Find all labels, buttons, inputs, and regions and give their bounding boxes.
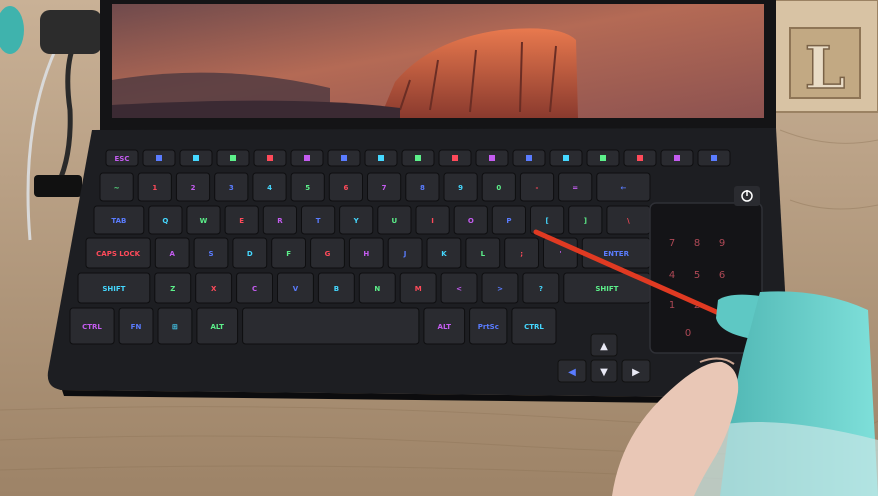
key-label: C [252, 285, 257, 293]
key-label: V [293, 285, 299, 293]
key-label: M [415, 285, 422, 293]
key-label: 2 [191, 184, 196, 192]
fn-key-icon [674, 155, 680, 161]
key-label: B [334, 285, 339, 293]
fn-key-icon [563, 155, 569, 161]
key-label: W [200, 217, 208, 225]
key-label: J [403, 250, 407, 258]
key-label: CTRL [524, 323, 544, 331]
key-label: 5 [305, 184, 310, 192]
fn-key-icon [193, 155, 199, 161]
key-label: 6 [343, 184, 348, 192]
key-label: G [325, 250, 331, 258]
numpad-digit: 4 [669, 270, 675, 281]
key-label: 8 [420, 184, 425, 192]
numpad-digit: 5 [694, 270, 700, 281]
key-label: 9 [458, 184, 463, 192]
key-label: N [374, 285, 380, 293]
key-label: ] [584, 217, 587, 225]
key-label: ' [559, 250, 561, 258]
fn-key-icon [304, 155, 310, 161]
svg-text:▲: ▲ [600, 341, 608, 352]
fn-key-icon [600, 155, 606, 161]
key-label: 4 [267, 184, 272, 192]
fn-key-icon [341, 155, 347, 161]
power-button[interactable] [734, 186, 760, 206]
cable-plug [40, 10, 102, 54]
key-label: [ [545, 217, 548, 225]
numpad-digit: 6 [719, 270, 725, 281]
key-label: SHIFT [595, 285, 618, 293]
numpad-digit: 0 [685, 328, 691, 339]
fn-key-icon [378, 155, 384, 161]
key-label: 1 [152, 184, 157, 192]
key-label: ESC [115, 155, 130, 163]
key-label: ~ [114, 184, 120, 192]
photo-scene: L ESC ~ 1 2 3 4 5 6 7 8 9 0 - = ← TAB Q W E R T Y U I O P [] \ CAPS … [0, 0, 878, 496]
key-label: CAPS LOCK [96, 250, 140, 258]
key-label: P [506, 217, 511, 225]
key-label: = [572, 184, 578, 192]
fn-key-icon [415, 155, 421, 161]
fn-key-icon [711, 155, 717, 161]
key-label: < [456, 285, 462, 293]
numpad-digit: 1 [669, 300, 675, 311]
fn-key-icon [637, 155, 643, 161]
key-label: SHIFT [102, 285, 125, 293]
key-space[interactable] [242, 307, 420, 345]
key-label: A [169, 250, 175, 258]
key-label: 0 [496, 184, 501, 192]
usb-connector [34, 175, 82, 197]
key-label: X [211, 285, 217, 293]
key-label: U [392, 217, 398, 225]
key-label: TAB [111, 217, 126, 225]
decor-letter: L [805, 34, 846, 102]
key-label: 3 [229, 184, 234, 192]
svg-text:▶: ▶ [632, 367, 640, 378]
svg-text:▼: ▼ [600, 367, 608, 378]
key-label: ; [520, 250, 523, 258]
fn-key-icon [156, 155, 162, 161]
key-label: PrtSc [478, 323, 499, 331]
key-label: R [277, 217, 283, 225]
fn-key-icon [452, 155, 458, 161]
key-label: I [431, 217, 434, 225]
laptop-screen [100, 0, 776, 150]
svg-text:◀: ◀ [568, 367, 576, 378]
key-label: ⊞ [172, 323, 178, 331]
key-label: F [286, 250, 291, 258]
fn-key-icon [230, 155, 236, 161]
numpad-digit: 7 [669, 238, 675, 249]
key-label: ALT [438, 323, 452, 331]
key-label: E [239, 217, 244, 225]
key-label: O [468, 217, 474, 225]
key-label: ← [620, 184, 626, 192]
key-label: > [497, 285, 503, 293]
key-label: L [481, 250, 486, 258]
fn-key-icon [489, 155, 495, 161]
key-label: T [316, 217, 321, 225]
key-label: CTRL [82, 323, 102, 331]
key-label: FN [131, 323, 142, 331]
fn-key-icon [267, 155, 273, 161]
wooden-letter-block: L [767, 0, 878, 113]
key-label: K [441, 250, 447, 258]
key-label: ENTER [603, 250, 629, 258]
numpad-digit: 9 [719, 238, 725, 249]
key-label: Z [170, 285, 175, 293]
key-label: D [247, 250, 253, 258]
key-label: \ [627, 217, 630, 225]
key-label: ? [539, 285, 543, 293]
key-label: S [208, 250, 213, 258]
key-label: 7 [382, 184, 387, 192]
key-label: Q [162, 217, 168, 225]
key-label: H [363, 250, 369, 258]
key-label: - [536, 184, 539, 192]
key-label: Y [353, 217, 360, 225]
key-label: ALT [210, 323, 224, 331]
fn-key-icon [526, 155, 532, 161]
numpad-digit: 8 [694, 238, 700, 249]
